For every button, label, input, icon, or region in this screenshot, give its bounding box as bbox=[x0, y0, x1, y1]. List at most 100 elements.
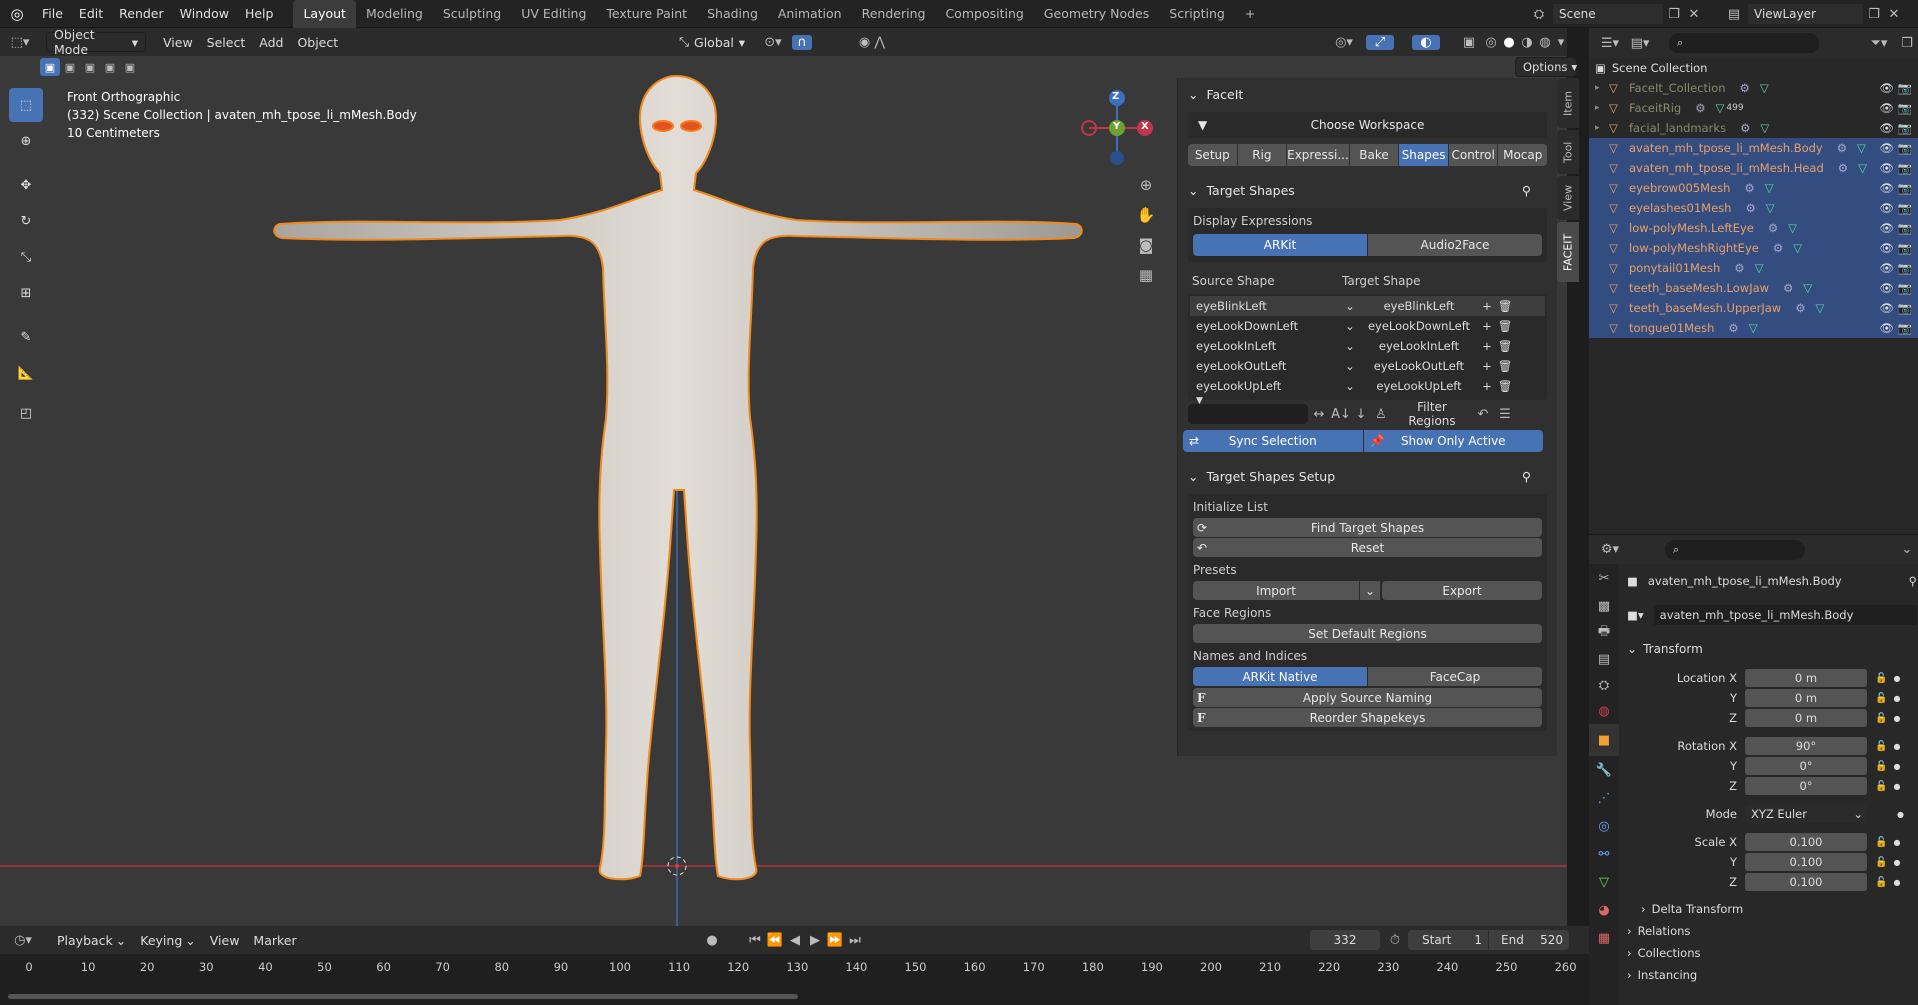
start-frame-field[interactable]: Start 1 bbox=[1408, 930, 1488, 950]
menu-edit[interactable]: Edit bbox=[71, 0, 111, 28]
outliner-item[interactable]: ▽ low-polyMeshRightEye ⚙ ▽ 👁 📷 bbox=[1589, 238, 1918, 258]
outliner-item[interactable]: ▽ tongue01Mesh ⚙ ▽ 👁 📷 bbox=[1589, 318, 1918, 338]
jump-end-icon[interactable]: ⏭ bbox=[845, 933, 865, 948]
shape-row[interactable]: eyeBlinkLeft ⌄ eyeBlinkLeft + 🗑 bbox=[1190, 296, 1545, 316]
outliner-item[interactable]: ▽ eyelashes01Mesh ⚙ ▽ 👁 📷 bbox=[1589, 198, 1918, 218]
lock-icon[interactable]: 🔓 bbox=[1875, 693, 1887, 704]
faceit-tab-2[interactable]: Expressi... bbox=[1287, 144, 1349, 166]
scene-icon[interactable]: ⛭ bbox=[1589, 672, 1619, 698]
faceit-tab-6[interactable]: Mocap bbox=[1498, 144, 1548, 166]
target-dropdown-icon[interactable]: ⌄ bbox=[1340, 379, 1360, 393]
material-icon[interactable]: ◑ bbox=[1518, 35, 1536, 50]
expand-icon[interactable]: ▸ bbox=[1595, 103, 1609, 113]
target-shapes-setup-header[interactable]: ⌄ Target Shapes Setup ⚲ bbox=[1178, 464, 1557, 488]
menu-icon[interactable]: ☰ bbox=[1494, 407, 1516, 422]
clock-icon[interactable]: ⏱ bbox=[1385, 933, 1405, 948]
camera-icon[interactable]: ◙ bbox=[1133, 230, 1159, 260]
tab-item[interactable]: Item bbox=[1557, 78, 1579, 128]
tab-geometry-nodes[interactable]: Geometry Nodes bbox=[1034, 0, 1159, 28]
pivot-icon[interactable]: ⊙▾ bbox=[758, 35, 788, 50]
sort-alpha-icon[interactable]: A↓ bbox=[1330, 407, 1352, 422]
add-icon[interactable]: + bbox=[1478, 359, 1496, 373]
viewlayer-selector[interactable]: ▤ ViewLayer ❐ ✕ bbox=[1720, 3, 1915, 25]
visibility-eye-icon[interactable]: 👁 bbox=[1879, 241, 1894, 255]
filter-icon[interactable]: ⏷▾ bbox=[1862, 36, 1896, 51]
visibility-eye-icon[interactable]: 👁 bbox=[1879, 261, 1894, 275]
timeline-menu-playback[interactable]: Playback ⌄ bbox=[50, 930, 133, 950]
outliner-item[interactable]: ▽ teeth_baseMesh.LowJaw ⚙ ▽ 👁 📷 bbox=[1589, 278, 1918, 298]
transform-icon[interactable]: ⊞ bbox=[9, 276, 43, 310]
pan-hand-icon[interactable]: ✋ bbox=[1133, 200, 1159, 230]
object-icon[interactable]: ■ bbox=[1589, 724, 1619, 756]
render-icon[interactable]: ▩ bbox=[1589, 592, 1619, 620]
modifier-icon[interactable]: 🔧 bbox=[1589, 756, 1619, 784]
editor-type-icon[interactable]: ◷▾ bbox=[8, 933, 38, 948]
timeline-menu-view[interactable]: View bbox=[203, 930, 247, 950]
value-field[interactable]: 0° bbox=[1745, 777, 1867, 795]
tab-tool[interactable]: Tool bbox=[1557, 130, 1579, 174]
faceit-tab-1[interactable]: Rig bbox=[1237, 144, 1287, 166]
timeline-scrollbar[interactable] bbox=[8, 994, 798, 999]
value-field[interactable]: 0.100 bbox=[1745, 873, 1867, 891]
delete-icon[interactable]: 🗑 bbox=[1496, 379, 1514, 393]
render-camera-icon[interactable]: 📷 bbox=[1898, 201, 1912, 215]
visibility-eye-icon[interactable]: 👁 bbox=[1879, 121, 1894, 135]
outliner-item[interactable]: ▽ avaten_mh_tpose_li_mMesh.Body ⚙ ▽ 👁 📷 bbox=[1589, 138, 1918, 158]
timeline-menu-keying[interactable]: Keying ⌄ bbox=[133, 930, 202, 950]
render-camera-icon[interactable]: 📷 bbox=[1898, 221, 1912, 235]
add-icon[interactable]: + bbox=[1478, 319, 1496, 333]
tab-modeling[interactable]: Modeling bbox=[356, 0, 433, 28]
select-invert-icon[interactable]: ▣ bbox=[100, 61, 120, 74]
faceit-tab-3[interactable]: Bake bbox=[1349, 144, 1399, 166]
end-frame-field[interactable]: End 520 bbox=[1489, 930, 1569, 950]
delete-icon[interactable]: 🗑 bbox=[1496, 319, 1514, 333]
scene-selector[interactable]: ⛭ Scene ❐ ✕ bbox=[1525, 3, 1715, 25]
tab-sculpting[interactable]: Sculpting bbox=[433, 0, 511, 28]
shading-dropdown-icon[interactable]: ▾ bbox=[1554, 35, 1568, 50]
value-field[interactable]: 0 m bbox=[1745, 689, 1867, 707]
reset-button[interactable]: ↶ Reset bbox=[1193, 538, 1542, 557]
target-shape[interactable]: eyeLookDownLeft bbox=[1360, 319, 1478, 333]
tab-scripting[interactable]: Scripting bbox=[1159, 0, 1235, 28]
tab-faceit[interactable]: FACEIT bbox=[1557, 222, 1579, 282]
play-reverse-icon[interactable]: ◀ bbox=[785, 933, 805, 948]
render-camera-icon[interactable]: 📷 bbox=[1898, 281, 1912, 295]
select-extend-icon[interactable]: ▣ bbox=[60, 61, 80, 74]
shape-row[interactable]: eyeLookDownLeft ⌄ eyeLookDownLeft + 🗑 bbox=[1190, 316, 1545, 336]
rotate-icon[interactable]: ↻ bbox=[9, 204, 43, 238]
lock-icon[interactable]: 🔓 bbox=[1875, 837, 1887, 848]
import-button[interactable]: Import bbox=[1193, 581, 1359, 600]
scene-collection-row[interactable]: ▣ Scene Collection bbox=[1589, 58, 1918, 78]
play-icon[interactable]: ▶ bbox=[805, 933, 825, 948]
section-collections[interactable]: › Collections bbox=[1627, 942, 1917, 964]
lock-icon[interactable]: 🔓 bbox=[1875, 761, 1887, 772]
filter-person-icon[interactable]: ♙ bbox=[1370, 407, 1392, 422]
texture-icon[interactable]: ▦ bbox=[1589, 924, 1619, 952]
transform-header[interactable]: ⌄ Transform bbox=[1627, 638, 1917, 660]
zoom-icon[interactable]: ⊕ bbox=[1133, 170, 1159, 200]
tab-rendering[interactable]: Rendering bbox=[852, 0, 936, 28]
xray-icon[interactable]: ▣ bbox=[1458, 35, 1480, 50]
outliner-item[interactable]: ▸ ▽ FaceitRig ⚙ ▽ 499 👁 📷 bbox=[1589, 98, 1918, 118]
solid-icon[interactable]: ● bbox=[1500, 35, 1518, 50]
constraints-icon[interactable]: ⚯ bbox=[1589, 840, 1619, 868]
tab-animation[interactable]: Animation bbox=[768, 0, 852, 28]
outliner-item[interactable]: ▽ avaten_mh_tpose_li_mMesh.Head ⚙ ▽ 👁 📷 bbox=[1589, 158, 1918, 178]
options-button[interactable]: Options ▾ bbox=[1515, 57, 1577, 77]
value-field[interactable]: 0.100 bbox=[1745, 853, 1867, 871]
set-default-regions-button[interactable]: Set Default Regions bbox=[1193, 624, 1542, 643]
shape-row[interactable]: eyeLookOutLeft ⌄ eyeLookOutLeft + 🗑 bbox=[1190, 356, 1545, 376]
lock-icon[interactable]: 🔓 bbox=[1875, 781, 1887, 792]
visibility-eye-icon[interactable]: 👁 bbox=[1879, 141, 1894, 155]
keyframe-dot-icon[interactable]: ● bbox=[1893, 694, 1900, 703]
outliner-search[interactable]: ⌕ bbox=[1669, 33, 1819, 53]
rotation-mode-select[interactable]: XYZ Euler ⌄ bbox=[1745, 805, 1867, 823]
keyframe-dot-icon[interactable]: ● bbox=[1893, 878, 1900, 887]
prev-key-icon[interactable]: ⏪ bbox=[765, 933, 785, 948]
section-delta-transform[interactable]: › Delta Transform bbox=[1627, 898, 1917, 920]
filter-regions-button[interactable]: Filter Regions bbox=[1392, 400, 1472, 428]
value-field[interactable]: 0° bbox=[1745, 757, 1867, 775]
render-camera-icon[interactable]: 📷 bbox=[1898, 181, 1912, 195]
menu-render[interactable]: Render bbox=[111, 0, 172, 28]
properties-search[interactable]: ⌕ bbox=[1665, 539, 1805, 560]
